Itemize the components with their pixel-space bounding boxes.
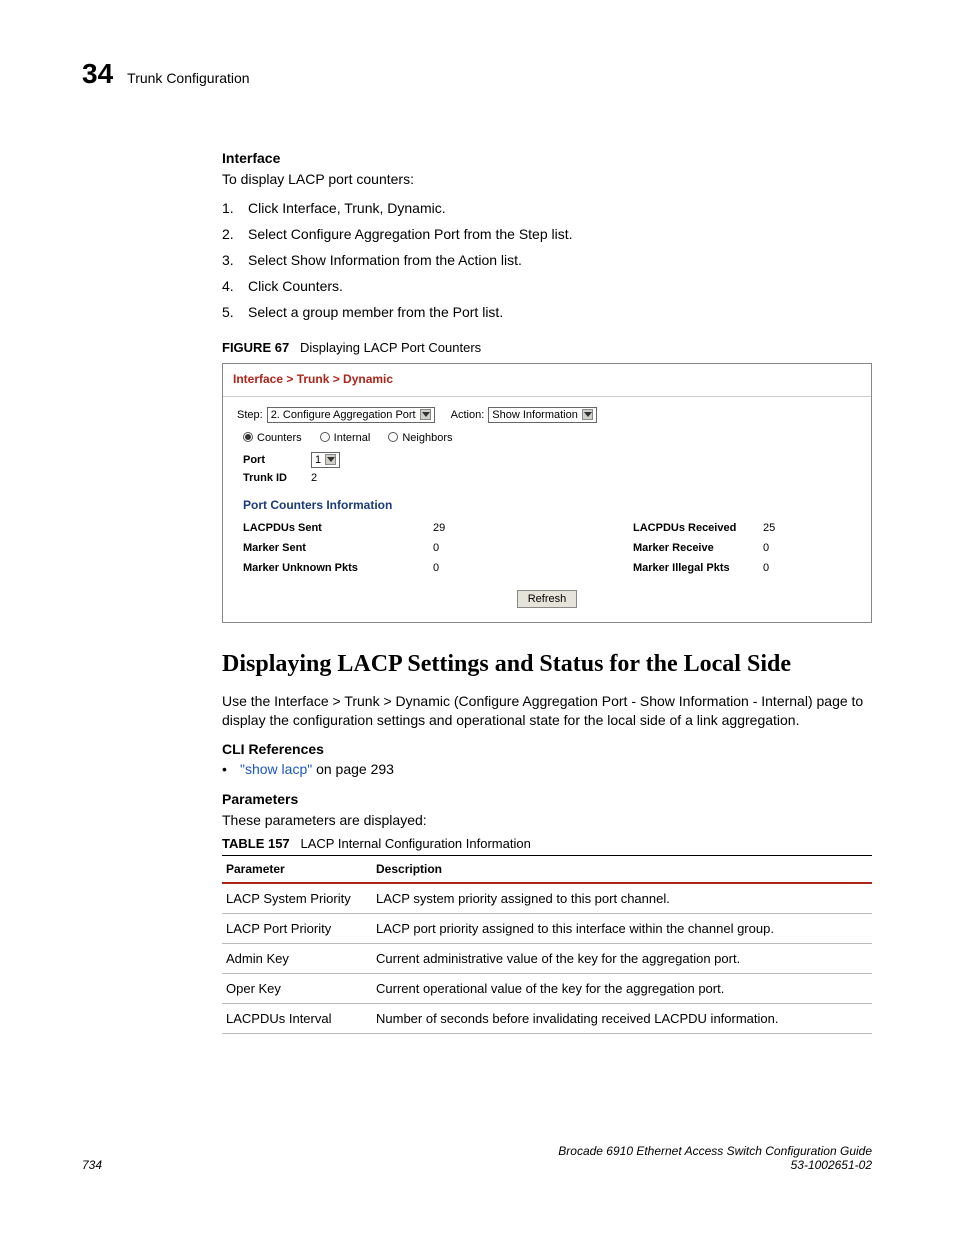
radio-internal[interactable]: Internal <box>320 431 371 444</box>
chevron-down-icon <box>582 409 593 420</box>
counter-key: LACPDUs Sent <box>243 522 433 534</box>
refresh-button[interactable]: Refresh <box>517 590 578 608</box>
step-item: 1.Click Interface, Trunk, Dynamic. <box>222 200 872 216</box>
counter-key: Marker Unknown Pkts <box>243 562 433 574</box>
table-header-description: Description <box>372 856 872 884</box>
radio-neighbors[interactable]: Neighbors <box>388 431 452 444</box>
radio-counters[interactable]: Counters <box>243 431 302 444</box>
parameters-table: Parameter Description LACP System Priori… <box>222 855 872 1034</box>
cli-references-heading: CLI References <box>222 741 872 757</box>
chevron-down-icon <box>325 454 336 465</box>
parameters-intro: These parameters are displayed: <box>222 811 872 831</box>
steps-list: 1.Click Interface, Trunk, Dynamic. 2.Sel… <box>222 200 872 320</box>
step-item: 2.Select Configure Aggregation Port from… <box>222 226 872 242</box>
page-number: 734 <box>82 1158 102 1172</box>
chapter-title: Trunk Configuration <box>127 70 249 86</box>
counter-val: 0 <box>763 562 803 574</box>
trunk-id-label: Trunk ID <box>243 472 311 484</box>
trunk-id-value: 2 <box>311 472 317 484</box>
table-row: Oper KeyCurrent operational value of the… <box>222 974 872 1004</box>
action-select[interactable]: Show Information <box>488 407 597 423</box>
table-header-parameter: Parameter <box>222 856 372 884</box>
counter-val: 0 <box>433 562 503 574</box>
chapter-number: 34 <box>82 58 113 90</box>
page-footer: 734 Brocade 6910 Ethernet Access Switch … <box>82 1144 872 1172</box>
interface-heading: Interface <box>222 150 872 166</box>
step-item: 3.Select Show Information from the Actio… <box>222 252 872 268</box>
table-row: LACP Port PriorityLACP port priority ass… <box>222 914 872 944</box>
doc-title: Brocade 6910 Ethernet Access Switch Conf… <box>558 1144 872 1158</box>
counters-section-header: Port Counters Information <box>243 498 857 512</box>
show-lacp-link[interactable]: "show lacp" <box>240 761 312 777</box>
figure-caption: FIGURE 67 Displaying LACP Port Counters <box>222 340 872 355</box>
counter-key: Marker Sent <box>243 542 433 554</box>
counter-val: 25 <box>763 522 803 534</box>
interface-intro: To display LACP port counters: <box>222 170 872 190</box>
counter-val: 0 <box>433 542 503 554</box>
parameters-heading: Parameters <box>222 791 872 807</box>
step-item: 5.Select a group member from the Port li… <box>222 304 872 320</box>
doc-id: 53-1002651-02 <box>558 1158 872 1172</box>
port-select[interactable]: 1 <box>311 452 340 468</box>
step-item: 4.Click Counters. <box>222 278 872 294</box>
table-row: Admin KeyCurrent administrative value of… <box>222 944 872 974</box>
table-row: LACP System PriorityLACP system priority… <box>222 883 872 914</box>
counter-key: Marker Receive <box>633 542 763 554</box>
counter-val: 29 <box>433 522 503 534</box>
port-label: Port <box>243 454 311 466</box>
figure-screenshot: Interface > Trunk > Dynamic Step: 2. Con… <box>222 363 872 623</box>
section-heading-local-side: Displaying LACP Settings and Status for … <box>222 651 872 678</box>
cli-references-list: • "show lacp" on page 293 <box>222 761 872 777</box>
step-label: Step: <box>237 409 263 421</box>
counters-grid: LACPDUs Sent29 LACPDUs Received25 Marker … <box>243 522 857 574</box>
counter-val: 0 <box>763 542 803 554</box>
breadcrumb: Interface > Trunk > Dynamic <box>223 364 871 397</box>
counter-key: LACPDUs Received <box>633 522 763 534</box>
action-label: Action: <box>451 409 485 421</box>
step-select[interactable]: 2. Configure Aggregation Port <box>267 407 435 423</box>
page-header: 34 Trunk Configuration <box>82 58 872 90</box>
table-caption: TABLE 157 LACP Internal Configuration In… <box>222 836 872 851</box>
counter-key: Marker Illegal Pkts <box>633 562 763 574</box>
table-row: LACPDUs IntervalNumber of seconds before… <box>222 1004 872 1034</box>
chevron-down-icon <box>420 409 431 420</box>
local-side-body: Use the Interface > Trunk > Dynamic (Con… <box>222 692 872 731</box>
cli-reference-item: • "show lacp" on page 293 <box>222 761 872 777</box>
